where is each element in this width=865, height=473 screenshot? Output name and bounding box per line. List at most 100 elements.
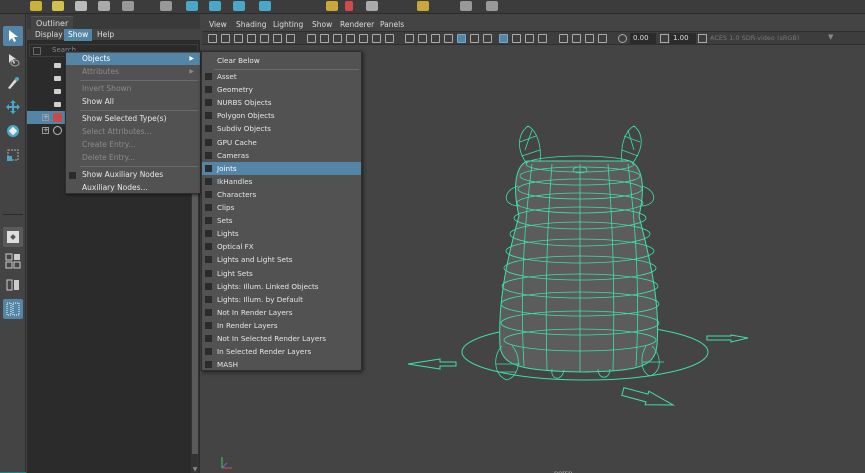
checkbox-icon[interactable] [205, 243, 212, 251]
select-camera-icon[interactable] [208, 34, 217, 43]
outliner-layout[interactable] [3, 299, 23, 319]
objects-item-asset[interactable]: Asset [202, 70, 361, 83]
checkbox-icon[interactable] [205, 269, 212, 277]
single-perspective-layout[interactable] [3, 227, 23, 247]
joint-tool-icon[interactable] [326, 1, 338, 11]
spot-light-icon[interactable] [52, 1, 64, 11]
motion-blur-icon[interactable] [559, 34, 568, 43]
gamma-field[interactable]: 1.00 [670, 33, 696, 44]
gamma-icon[interactable] [660, 34, 669, 43]
objects-item-subdiv-objects[interactable]: Subdiv Objects [202, 122, 361, 135]
two-view-layout[interactable] [3, 275, 23, 295]
textured-icon[interactable] [444, 34, 453, 43]
shadows-icon[interactable] [470, 34, 479, 43]
objects-item-lights-illum-by-default[interactable]: Lights: Illum. by Default [202, 293, 361, 306]
bookmark-icon[interactable] [234, 34, 243, 43]
color-space-dropdown[interactable]: ACES 1.0 SDR-video (sRGB) [710, 33, 838, 44]
show-menu-auxiliary-nodes[interactable]: Auxiliary Nodes... [66, 182, 200, 194]
lasso-tool[interactable] [3, 50, 23, 70]
outliner-menu-display[interactable]: Display [31, 29, 67, 41]
view-transform-icon[interactable] [698, 34, 707, 43]
hypershade-icon[interactable] [486, 1, 498, 11]
select-tool[interactable] [3, 26, 23, 46]
objects-item-nurbs-objects[interactable]: NURBS Objects [202, 96, 361, 109]
objects-item-gpu-cache[interactable]: GPU Cache [202, 136, 361, 149]
move-tool[interactable] [3, 97, 23, 117]
render-icon[interactable] [417, 1, 429, 11]
isolate-select-icon[interactable] [499, 34, 508, 43]
objects-item-cameras[interactable]: Cameras [202, 149, 361, 162]
outliner-tab[interactable]: Outliner [31, 16, 74, 29]
objects-clear-below[interactable]: Clear Below [202, 54, 361, 67]
checkbox-icon[interactable] [205, 230, 212, 238]
expand-icon[interactable]: + [42, 127, 49, 134]
exposure-field[interactable]: 0.00 [630, 33, 656, 44]
chevron-down-icon[interactable]: ▼ [828, 33, 833, 41]
xray-icon[interactable] [512, 34, 521, 43]
viewport-menu-view[interactable]: View [209, 18, 227, 31]
grid-icon[interactable] [307, 34, 316, 43]
objects-item-not-in-render-layers[interactable]: Not In Render Layers [202, 306, 361, 319]
objects-item-joints[interactable]: Joints [202, 161, 361, 175]
checkbox-icon[interactable] [205, 256, 212, 264]
objects-item-in-selected-render-layers[interactable]: In Selected Render Layers [202, 345, 361, 358]
checkbox-icon[interactable] [205, 112, 212, 120]
delete-icon[interactable] [366, 1, 378, 11]
outliner-menu-help[interactable]: Help [93, 29, 118, 41]
depth-of-field-icon[interactable] [585, 34, 594, 43]
globe-icon[interactable] [122, 1, 134, 11]
viewport-menu-renderer[interactable]: Renderer [340, 18, 374, 31]
objects-item-optical-fx[interactable]: Optical FX [202, 240, 361, 253]
show-menu-objects[interactable]: Objects ▶ [66, 53, 200, 65]
exposure-icon[interactable] [618, 34, 627, 43]
show-menu-show-auxiliary-nodes[interactable]: Show Auxiliary Nodes [66, 169, 200, 181]
show-menu-attributes[interactable]: Attributes ▶ [66, 66, 200, 78]
objects-item-mash[interactable]: MASH [202, 358, 361, 371]
pan-zoom-icon[interactable] [273, 34, 282, 43]
safe-action-icon[interactable] [372, 34, 381, 43]
xray-joints-icon[interactable] [538, 34, 547, 43]
area-light-icon[interactable] [75, 1, 87, 11]
film-gate-icon[interactable] [320, 34, 329, 43]
safe-title-icon[interactable] [385, 34, 394, 43]
ambient-occlusion-icon[interactable] [483, 34, 492, 43]
pin-icon[interactable] [260, 34, 269, 43]
camera-attributes-icon[interactable] [221, 34, 230, 43]
surface-icon[interactable] [259, 1, 271, 11]
objects-item-characters[interactable]: Characters [202, 188, 361, 201]
checkbox-icon[interactable] [205, 138, 212, 146]
show-menu-select-attributes[interactable]: Select Attributes... [66, 126, 200, 138]
scroll-down-icon[interactable]: ▼ [192, 467, 198, 473]
viewport-menu-show[interactable]: Show [312, 18, 332, 31]
toggle-hud-icon[interactable] [598, 34, 607, 43]
cube-icon[interactable] [160, 1, 172, 11]
objects-item-clips[interactable]: Clips [202, 201, 361, 214]
objects-item-light-sets[interactable]: Light Sets [202, 267, 361, 280]
objects-item-polygon-objects[interactable]: Polygon Objects [202, 109, 361, 122]
checkbox-icon[interactable] [205, 348, 212, 356]
objects-item-in-render-layers[interactable]: In Render Layers [202, 319, 361, 332]
sphere-icon[interactable] [98, 1, 110, 11]
checkbox-icon[interactable] [205, 295, 212, 303]
objects-item-lights-and-light-sets[interactable]: Lights and Light Sets [202, 253, 361, 266]
mesh-icon[interactable] [209, 1, 221, 11]
checkbox-icon[interactable] [205, 164, 212, 172]
four-view-layout[interactable] [3, 251, 23, 271]
gate-mask-icon[interactable] [346, 34, 355, 43]
xray-active-icon[interactable] [525, 34, 534, 43]
checkbox-icon[interactable] [205, 190, 212, 198]
render-view-icon[interactable] [460, 1, 472, 11]
blue-cube-icon[interactable] [186, 1, 198, 11]
show-menu-create-entry[interactable]: Create Entry... [66, 139, 200, 151]
checkbox-icon[interactable] [205, 99, 212, 107]
objects-item-sets[interactable]: Sets [202, 214, 361, 227]
checkbox-icon[interactable] [205, 177, 212, 185]
wireframe-on-shaded-icon[interactable] [431, 34, 440, 43]
outliner-menu-show[interactable]: Show [64, 29, 93, 41]
poly-icon[interactable] [233, 1, 245, 11]
checkbox-icon[interactable] [205, 86, 212, 94]
objects-item-not-in-selected-render-layers[interactable]: Not In Selected Render Layers [202, 332, 361, 345]
grease-pencil-icon[interactable] [286, 34, 295, 43]
show-menu-invert-shown[interactable]: Invert Shown [66, 83, 200, 95]
multisample-icon[interactable] [572, 34, 581, 43]
